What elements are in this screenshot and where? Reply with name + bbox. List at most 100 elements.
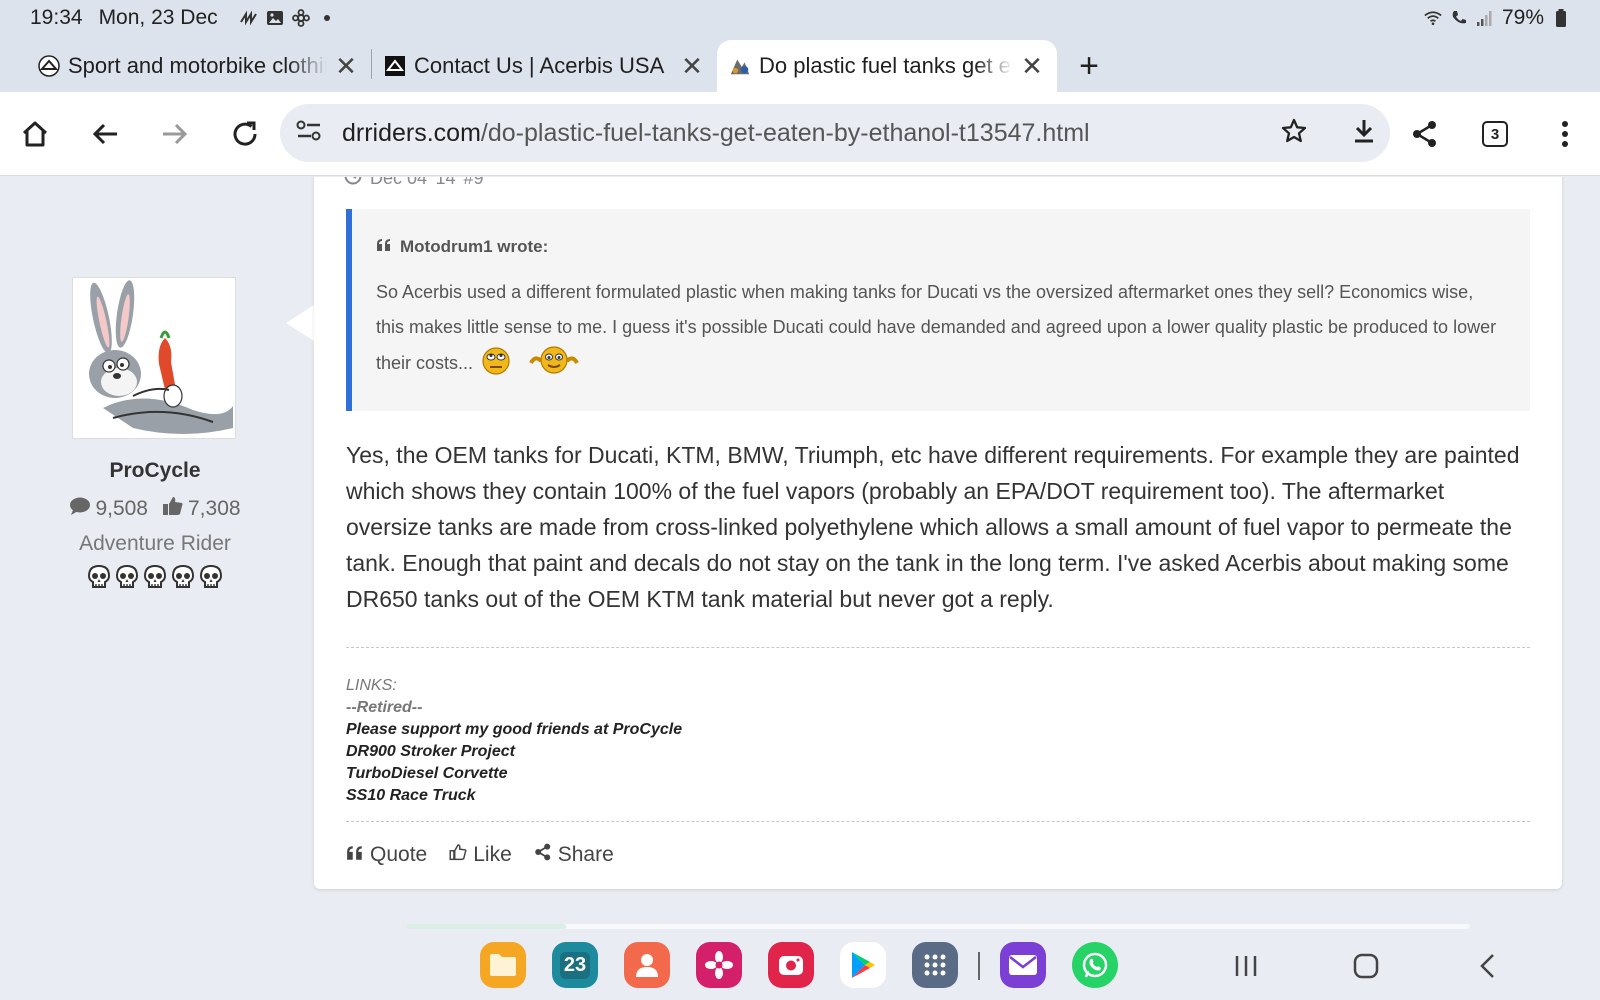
quoted-message: Motodrum1 wrote: So Acerbis used a diffe… — [346, 209, 1530, 411]
post-date: Dec 04 '14 — [370, 177, 456, 188]
author-post-count: 9,508 — [95, 497, 148, 520]
new-tab-button[interactable]: + — [1061, 40, 1117, 92]
share-page-button[interactable] — [1390, 99, 1460, 169]
share-button[interactable]: Share — [534, 843, 614, 867]
quote-author[interactable]: Motodrum1 wrote: — [376, 237, 1506, 257]
taskbar-dock: 23 — [0, 912, 1600, 1000]
message-bubble-icon — [69, 496, 91, 522]
signature-link-turbodiesel[interactable]: TurboDiesel Corvette — [346, 763, 682, 785]
web-page-content: ProCycle 9,508 7,308 Adventure Rider Dec… — [0, 177, 1600, 912]
tab-count: 3 — [1482, 121, 1508, 147]
skull-rank-icon — [115, 564, 139, 590]
contacts-app-icon[interactable] — [624, 942, 670, 988]
acerbis-logo-icon — [384, 55, 406, 77]
close-tab-icon[interactable]: ✕ — [679, 51, 705, 81]
close-tab-icon[interactable]: ✕ — [1019, 51, 1045, 81]
actions-divider — [346, 821, 1530, 822]
skull-rank-icon — [143, 564, 167, 590]
status-date: Mon, 23 Dec — [98, 6, 218, 29]
like-button-label: Like — [473, 843, 512, 866]
tab-sport-clothing[interactable]: Sport and motorbike clothing ✕ — [26, 40, 371, 92]
author-rank: Adventure Rider — [79, 532, 231, 555]
quote-mark-icon — [376, 237, 392, 257]
back-button[interactable] — [70, 99, 140, 169]
wifi-calling-icon — [1450, 9, 1468, 27]
shrug-emoji-icon — [529, 345, 579, 387]
avatar[interactable] — [72, 277, 236, 439]
download-icon[interactable] — [1350, 117, 1378, 150]
camera-app-icon[interactable] — [768, 942, 814, 988]
address-bar[interactable]: drriders.com/do-plastic-fuel-tanks-get-e… — [280, 104, 1390, 162]
tab-title: Do plastic fuel tanks get eaten — [759, 53, 1013, 78]
home-button[interactable] — [0, 99, 70, 169]
share-icon — [534, 843, 552, 867]
author-stats: 9,508 7,308 — [40, 495, 270, 523]
thumbs-up-outline-icon — [449, 843, 467, 867]
app-drawer-icon[interactable] — [912, 942, 958, 988]
bookmark-star-icon[interactable] — [1280, 117, 1308, 150]
more-notifications-dot-icon — [318, 9, 336, 27]
pinwheel-notification-icon — [291, 9, 310, 27]
email-app-icon[interactable] — [1000, 942, 1046, 988]
skull-rank-icon — [171, 564, 195, 590]
url-path: /do-plastic-fuel-tanks-get-eaten-by-etha… — [480, 118, 1090, 147]
drriders-favicon — [729, 55, 751, 77]
site-settings-icon[interactable] — [296, 120, 322, 147]
status-time: 19:34 — [30, 6, 83, 29]
post-actions: Quote Like Share — [346, 843, 614, 867]
acerbis-logo-icon — [38, 55, 60, 77]
post-number[interactable]: #9 — [464, 177, 484, 189]
post-card: Dec 04 '14 #9 Motodrum1 wrote: So Acerbi… — [314, 177, 1562, 889]
calendar-app-icon[interactable]: 23 — [552, 942, 598, 988]
quote-author-text: Motodrum1 wrote: — [400, 237, 549, 256]
play-store-app-icon[interactable] — [840, 942, 886, 988]
signal-strength-icon — [1476, 9, 1494, 27]
tab-contact-acerbis[interactable]: Contact Us | Acerbis USA ✕ — [372, 40, 717, 92]
signature-link-procycle[interactable]: Please support my good friends at ProCyc… — [346, 719, 682, 741]
recent-apps-button[interactable] — [1226, 950, 1266, 982]
battery-icon — [1552, 9, 1570, 27]
browser-toolbar: drriders.com/do-plastic-fuel-tanks-get-e… — [0, 92, 1600, 176]
battery-percent: 79% — [1501, 6, 1544, 29]
signature-label: LINKS: — [346, 677, 397, 694]
post-meta: Dec 04 '14 #9 — [344, 177, 484, 190]
like-button[interactable]: Like — [449, 843, 512, 867]
author-like-count: 7,308 — [188, 497, 241, 520]
more-menu-icon[interactable] — [1530, 99, 1600, 169]
url-text: drriders.com/do-plastic-fuel-tanks-get-e… — [342, 119, 1090, 148]
files-app-icon[interactable] — [480, 942, 526, 988]
tab-title: Sport and motorbike clothing — [68, 53, 327, 78]
signature-link-ss10[interactable]: SS10 Race Truck — [346, 785, 682, 807]
thumbs-up-icon — [162, 495, 184, 523]
close-tab-icon[interactable]: ✕ — [333, 51, 359, 81]
signature-divider — [346, 647, 1530, 648]
skull-rank-icon — [87, 564, 111, 590]
back-nav-button[interactable] — [1468, 950, 1508, 982]
skull-rank-icon — [199, 564, 223, 590]
tab-switcher-button[interactable]: 3 — [1460, 99, 1530, 169]
scribble-notification-icon — [239, 9, 258, 27]
home-nav-button[interactable] — [1346, 950, 1386, 982]
reload-button[interactable] — [210, 99, 280, 169]
image-notification-icon — [266, 9, 284, 27]
post-pointer-tip — [286, 305, 314, 341]
tab-title: Contact Us | Acerbis USA — [414, 53, 665, 78]
wifi-icon — [1424, 9, 1442, 27]
quote-text: So Acerbis used a different formulated p… — [376, 275, 1506, 387]
forward-button[interactable] — [140, 99, 210, 169]
rolling-eyes-emoji-icon — [481, 345, 511, 387]
author-username[interactable]: ProCycle — [40, 459, 270, 483]
whatsapp-app-icon[interactable] — [1072, 942, 1118, 988]
tab-strip: Sport and motorbike clothing ✕ Contact U… — [0, 36, 1600, 92]
share-button-label: Share — [557, 843, 614, 866]
calendar-date: 23 — [559, 951, 591, 979]
status-bar: 19:34 Mon, 23 Dec 79% — [0, 0, 1600, 36]
signature-link-dr900[interactable]: DR900 Stroker Project — [346, 741, 682, 763]
quote-button[interactable]: Quote — [346, 843, 427, 867]
gallery-app-icon[interactable] — [696, 942, 742, 988]
clock-icon — [344, 177, 362, 190]
dock-separator — [978, 952, 980, 980]
quote-button-label: Quote — [370, 843, 428, 866]
chevron-down-icon[interactable] — [1504, 177, 1526, 182]
tab-fuel-tanks-active[interactable]: Do plastic fuel tanks get eaten ✕ — [717, 40, 1057, 92]
